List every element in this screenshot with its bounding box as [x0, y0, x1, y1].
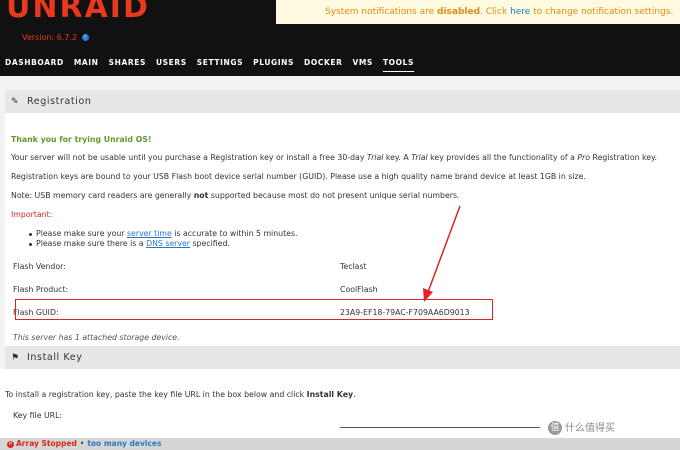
array-status: Array Stopped: [16, 439, 77, 448]
key-file-url-label: Key file URL:: [13, 411, 63, 420]
install-key-section-header: ⚑ Install Key: [5, 346, 680, 369]
status-footer: ✕ Array Stopped • too many devices: [0, 438, 680, 450]
watermark-logo: 值什么值得买: [548, 419, 615, 435]
stop-icon: ✕: [7, 440, 14, 448]
flag-icon: ⚑: [11, 353, 20, 363]
watermark-text: 什么值得买: [565, 423, 615, 434]
watermark-badge: 值: [548, 421, 562, 435]
key-file-url-input[interactable]: [340, 427, 540, 428]
install-key-instructions: To install a registration key, paste the…: [5, 390, 356, 399]
instr-bold: Install Key: [306, 390, 354, 399]
instr-text-a: To install a registration key, paste the…: [5, 390, 307, 399]
footer-separator: •: [79, 439, 85, 448]
install-key-title: Install Key: [27, 352, 83, 363]
too-many-devices-link[interactable]: too many devices: [87, 439, 161, 448]
instr-text-b: .: [353, 390, 356, 399]
